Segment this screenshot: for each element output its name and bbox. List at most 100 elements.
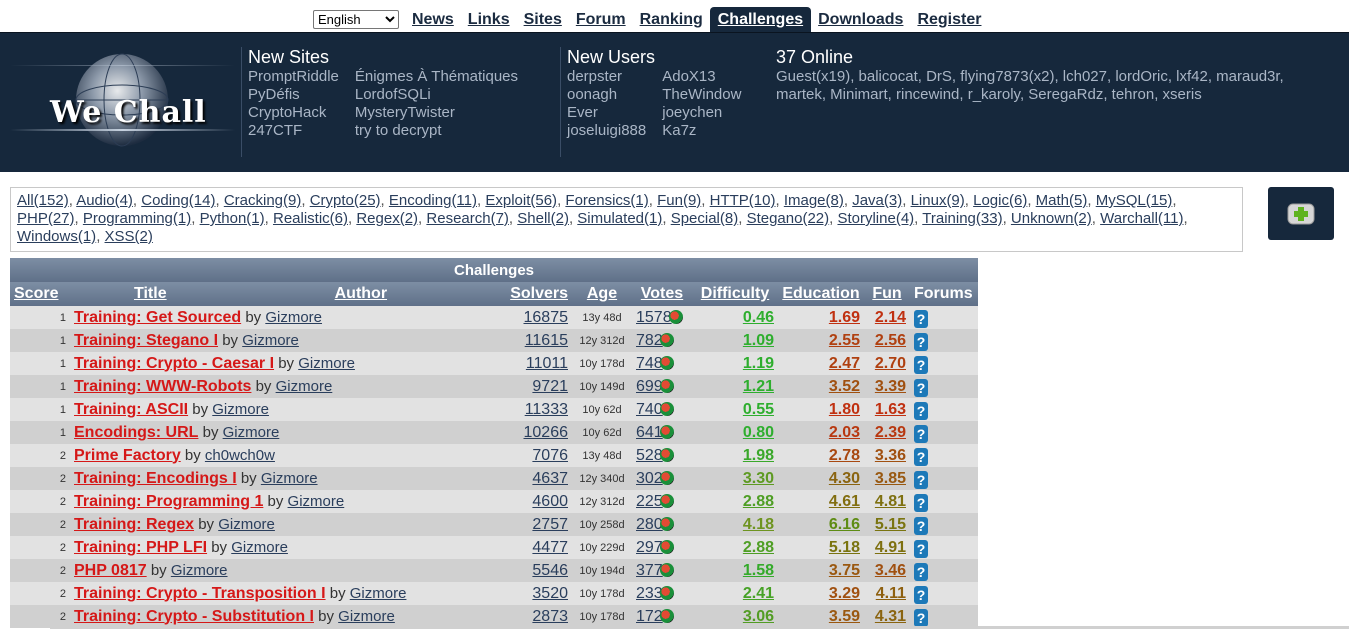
add-challenge-button[interactable]: [1268, 187, 1334, 240]
nav-link-challenges[interactable]: Challenges: [709, 6, 812, 33]
fun-value-link[interactable]: 4.91: [875, 539, 906, 556]
education-value-link[interactable]: 1.69: [829, 309, 860, 326]
nav-link-news[interactable]: News: [405, 8, 461, 32]
votes-link[interactable]: 297: [636, 539, 663, 556]
author-link[interactable]: Gizmore: [212, 401, 269, 418]
difficulty-value-link[interactable]: 2.88: [743, 493, 774, 510]
nav-link-ranking[interactable]: Ranking: [633, 8, 710, 32]
vote-icon[interactable]: [659, 355, 674, 370]
author-link[interactable]: Gizmore: [288, 493, 345, 510]
tag-filter-link[interactable]: Forensics(1): [565, 192, 648, 209]
education-value-link[interactable]: 4.61: [829, 493, 860, 510]
online-users-list[interactable]: Guest(x19), balicocat, DrS, flying7873(x…: [776, 68, 1336, 104]
challenge-title-link[interactable]: PHP 0817: [74, 562, 147, 579]
tag-filter-link[interactable]: Linux(9): [911, 192, 965, 209]
tag-filter-link[interactable]: Windows(1): [17, 228, 96, 245]
challenge-title-link[interactable]: Training: Encodings I: [74, 470, 237, 487]
difficulty-value-link[interactable]: 2.88: [743, 539, 774, 556]
author-link[interactable]: Gizmore: [231, 539, 288, 556]
author-link[interactable]: Gizmore: [298, 355, 355, 372]
education-value-link[interactable]: 4.30: [829, 470, 860, 487]
challenge-title-link[interactable]: Training: Regex: [74, 516, 194, 533]
fun-value-link[interactable]: 4.81: [875, 493, 906, 510]
wechall-logo[interactable]: We Chall: [10, 45, 235, 163]
vote-icon[interactable]: [659, 493, 674, 508]
new-site-link[interactable]: 247CTF: [248, 122, 339, 140]
solvers-link[interactable]: 7076: [532, 447, 568, 464]
language-select[interactable]: English: [313, 10, 399, 29]
column-header-education[interactable]: Education: [778, 282, 864, 306]
difficulty-value-link[interactable]: 1.58: [743, 562, 774, 579]
forum-help-icon[interactable]: ?: [914, 447, 928, 466]
fun-value-link[interactable]: 1.63: [875, 401, 906, 418]
challenge-title-link[interactable]: Training: WWW-Robots: [74, 378, 251, 395]
forum-help-icon[interactable]: ?: [914, 401, 928, 420]
solvers-link[interactable]: 4477: [532, 539, 568, 556]
difficulty-value-link[interactable]: 4.18: [743, 516, 774, 533]
vote-icon[interactable]: [659, 562, 674, 577]
votes-link[interactable]: 748: [636, 355, 663, 372]
tag-filter-link[interactable]: Fun(9): [657, 192, 701, 209]
tag-filter-link[interactable]: Coding(14): [141, 192, 215, 209]
solvers-link[interactable]: 4600: [532, 493, 568, 510]
tag-filter-link[interactable]: PHP(27): [17, 210, 75, 227]
challenge-title-link[interactable]: Training: Programming 1: [74, 493, 263, 510]
new-user-link[interactable]: joeychen: [662, 104, 741, 122]
solvers-link[interactable]: 10266: [524, 424, 569, 441]
tag-filter-link[interactable]: Storyline(4): [837, 210, 914, 227]
new-site-link[interactable]: PyDéfis: [248, 86, 339, 104]
new-site-link[interactable]: Énigmes À Thématiques: [355, 68, 518, 86]
challenge-title-link[interactable]: Encodings: URL: [74, 424, 198, 441]
education-value-link[interactable]: 3.59: [829, 608, 860, 625]
challenge-title-link[interactable]: Training: Crypto - Transposition I: [74, 585, 326, 602]
author-link[interactable]: Gizmore: [338, 608, 395, 625]
fun-value-link[interactable]: 4.31: [875, 608, 906, 625]
votes-link[interactable]: 641: [636, 424, 663, 441]
difficulty-value-link[interactable]: 0.46: [743, 309, 774, 326]
tag-filter-link[interactable]: All(152): [17, 192, 69, 209]
fun-value-link[interactable]: 2.56: [875, 332, 906, 349]
author-link[interactable]: Gizmore: [223, 424, 280, 441]
new-site-link[interactable]: MysteryTwister: [355, 104, 518, 122]
votes-link[interactable]: 377: [636, 562, 663, 579]
forum-help-icon[interactable]: ?: [914, 585, 928, 604]
forum-help-icon[interactable]: ?: [914, 424, 928, 443]
education-value-link[interactable]: 3.52: [829, 378, 860, 395]
nav-link-forum[interactable]: Forum: [569, 8, 633, 32]
difficulty-value-link[interactable]: 1.21: [743, 378, 774, 395]
tag-filter-link[interactable]: Regex(2): [356, 210, 418, 227]
votes-link[interactable]: 1578: [636, 309, 672, 326]
vote-icon[interactable]: [659, 424, 674, 439]
tag-filter-link[interactable]: Programming(1): [83, 210, 191, 227]
new-user-link[interactable]: AdoX13: [662, 68, 741, 86]
author-link[interactable]: Gizmore: [242, 332, 299, 349]
votes-link[interactable]: 302: [636, 470, 663, 487]
vote-icon[interactable]: [659, 401, 674, 416]
author-link[interactable]: Gizmore: [261, 470, 318, 487]
tag-filter-link[interactable]: Stegano(22): [747, 210, 830, 227]
difficulty-value-link[interactable]: 3.06: [743, 608, 774, 625]
education-value-link[interactable]: 1.80: [829, 401, 860, 418]
tag-filter-link[interactable]: Unknown(2): [1011, 210, 1092, 227]
tag-filter-link[interactable]: Research(7): [426, 210, 509, 227]
new-site-link[interactable]: try to decrypt: [355, 122, 518, 140]
new-site-link[interactable]: CryptoHack: [248, 104, 339, 122]
tag-filter-link[interactable]: MySQL(15): [1096, 192, 1173, 209]
author-link[interactable]: Gizmore: [350, 585, 407, 602]
difficulty-value-link[interactable]: 2.41: [743, 585, 774, 602]
challenge-title-link[interactable]: Training: Get Sourced: [74, 309, 241, 326]
forum-help-icon[interactable]: ?: [914, 539, 928, 558]
tag-filter-link[interactable]: Exploit(56): [485, 192, 557, 209]
difficulty-value-link[interactable]: 1.98: [743, 447, 774, 464]
challenge-title-link[interactable]: Prime Factory: [74, 447, 181, 464]
nav-link-register[interactable]: Register: [910, 8, 988, 32]
education-value-link[interactable]: 2.55: [829, 332, 860, 349]
tag-filter-link[interactable]: Image(8): [784, 192, 844, 209]
tag-filter-link[interactable]: HTTP(10): [710, 192, 776, 209]
column-header-age[interactable]: Age: [572, 282, 632, 306]
tag-filter-link[interactable]: Crypto(25): [310, 192, 381, 209]
solvers-link[interactable]: 11333: [525, 401, 568, 418]
vote-icon[interactable]: [659, 378, 674, 393]
nav-link-sites[interactable]: Sites: [517, 8, 569, 32]
tag-filter-link[interactable]: Cracking(9): [224, 192, 302, 209]
